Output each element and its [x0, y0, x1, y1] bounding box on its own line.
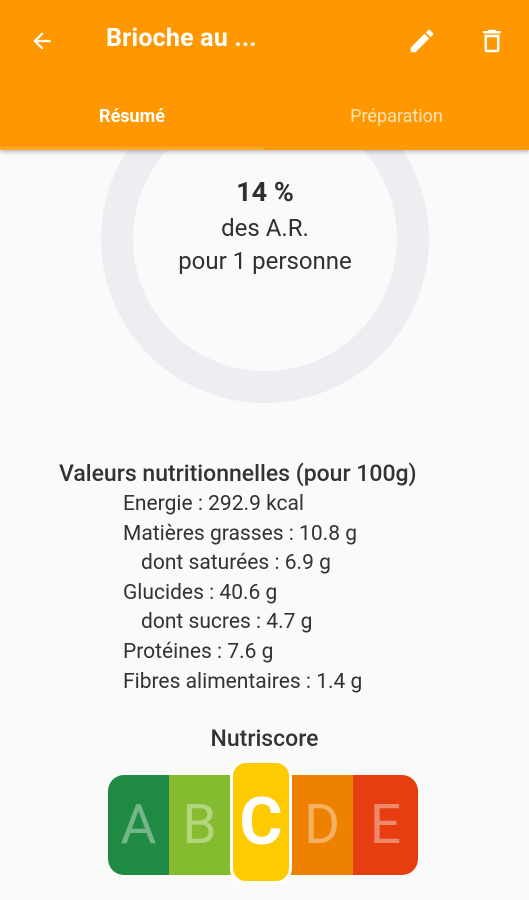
- progress-ring-label: 14 % des A.R. pour 1 personne: [101, 172, 429, 278]
- nutrient-sugars: dont sucres : 4.7 g: [141, 610, 313, 635]
- tab-indicator: [0, 147, 264, 150]
- back-button[interactable]: [18, 18, 66, 64]
- nutrient-fiber: Fibres alimentaires : 1.4 g: [123, 669, 363, 694]
- nutrient-saturated-fat: dont saturées : 6.9 g: [141, 551, 331, 576]
- nutrition-title: Valeurs nutritionnelles (pour 100g): [59, 460, 417, 487]
- ar-percent: 14 %: [236, 176, 294, 208]
- delete-button[interactable]: [468, 18, 516, 64]
- nutrient-energy: Energie : 292.9 kcal: [123, 492, 305, 516]
- trash-icon: [483, 29, 501, 53]
- pencil-icon: [410, 29, 434, 53]
- nutrition-list: Energie : 292.9 kcal Matières grasses : …: [59, 490, 417, 697]
- ar-label: des A.R.: [221, 214, 309, 242]
- edit-button[interactable]: [398, 18, 446, 64]
- nutriscore-grade-b: B: [169, 775, 230, 875]
- nutriscore-grade-e: E: [353, 775, 418, 875]
- nutriscore-grade-c-selected: C: [230, 760, 292, 884]
- tab-bar: Résumé Préparation: [0, 82, 529, 150]
- nutrient-protein: Protéines : 7.6 g: [123, 639, 274, 664]
- arrow-back-icon: [33, 32, 51, 50]
- nutriscore-badge: A B D E C: [108, 760, 418, 884]
- nutriscore-title: Nutriscore: [210, 725, 319, 752]
- tab-preparation[interactable]: Préparation: [264, 82, 529, 150]
- tab-resume[interactable]: Résumé: [0, 82, 264, 150]
- servings-label: pour 1 personne: [178, 247, 352, 275]
- nutrient-fat: Matières grasses : 10.8 g: [123, 521, 357, 546]
- nutrition-facts: Valeurs nutritionnelles (pour 100g) Ener…: [59, 458, 417, 697]
- nutriscore-grade-a: A: [108, 775, 169, 875]
- nutriscore-grade-d: D: [291, 775, 353, 875]
- page-title: Brioche au ...: [106, 24, 257, 53]
- nutrient-carbs: Glucides : 40.6 g: [123, 580, 278, 605]
- toolbar: Brioche au ...: [0, 0, 529, 82]
- app-bar: Brioche au ... Résumé Préparation: [0, 0, 529, 150]
